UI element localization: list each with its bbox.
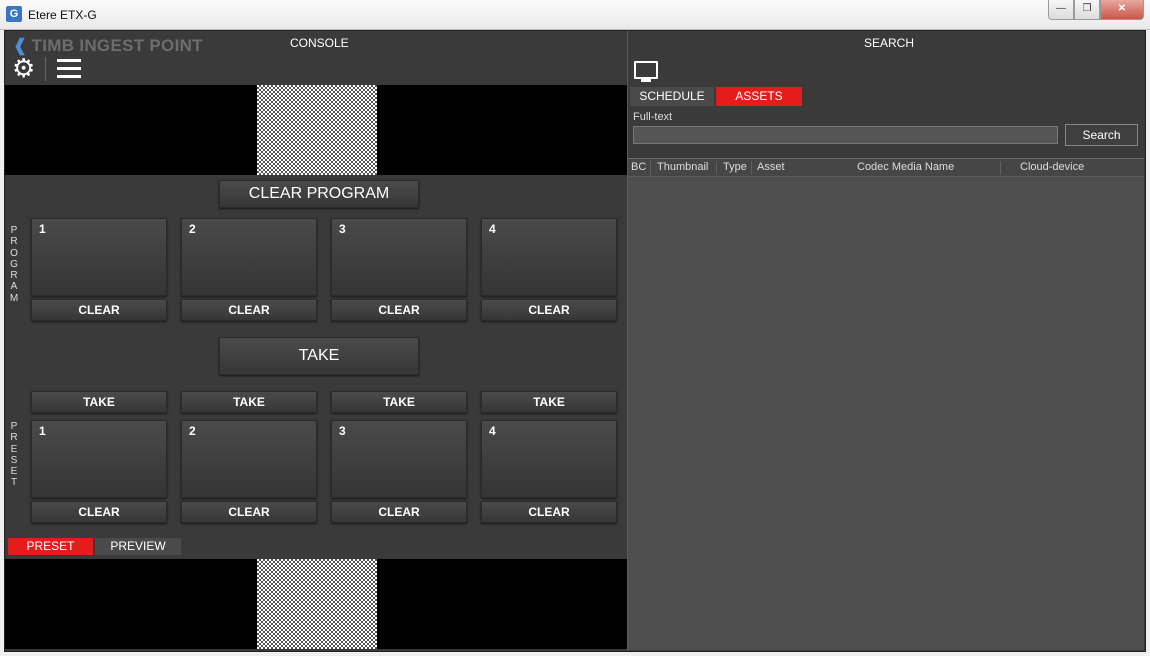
preset-clear-button-4[interactable]: CLEAR: [481, 501, 617, 523]
slot-number: 4: [489, 222, 496, 236]
preset-take-button-2[interactable]: TAKE: [181, 391, 317, 413]
tab-schedule[interactable]: SCHEDULE: [630, 87, 714, 106]
column-divider: [716, 161, 717, 175]
fulltext-label: Full-text: [633, 111, 673, 123]
program-letter: M: [9, 292, 19, 304]
search-button[interactable]: Search: [1065, 124, 1138, 146]
preset-clear-button-3[interactable]: CLEAR: [331, 501, 467, 523]
tab-preset[interactable]: PRESET: [8, 538, 93, 555]
gear-icon[interactable]: ⚙: [12, 55, 38, 81]
program-letter: G: [10, 258, 18, 270]
program-slot-2[interactable]: 2: [181, 218, 317, 296]
close-icon[interactable]: ✕: [1100, 0, 1144, 20]
app-title: ❰ TIMB INGEST POINT: [13, 36, 203, 56]
toolbar-divider: [45, 57, 46, 81]
clear-program-button[interactable]: CLEAR PROGRAM: [219, 180, 419, 208]
slot-number: 3: [339, 424, 346, 438]
program-video-checker: [257, 85, 377, 175]
program-clear-button-3[interactable]: CLEAR: [331, 299, 467, 321]
preset-letter: P: [10, 421, 18, 432]
slot-number: 2: [189, 424, 196, 438]
preset-slot-2[interactable]: 2: [181, 420, 317, 498]
restore-icon[interactable]: ❐: [1074, 0, 1100, 20]
grid-header: BC Thumbnail Type Asset Codec Media Name…: [628, 159, 1144, 177]
preset-letter: E: [10, 443, 18, 455]
preset-clear-button-2[interactable]: CLEAR: [181, 501, 317, 523]
program-letter: P: [10, 225, 18, 236]
preset-vertical-label: P R E S E T: [9, 421, 19, 489]
preset-clear-button-1[interactable]: CLEAR: [31, 501, 167, 523]
take-all-button[interactable]: TAKE: [219, 337, 419, 375]
preset-video-preview: [5, 559, 627, 649]
column-divider: [751, 161, 752, 175]
preset-take-button-1[interactable]: TAKE: [31, 391, 167, 413]
column-header-type[interactable]: Type: [723, 161, 747, 173]
app-client-area: ❰ TIMB INGEST POINT CONSOLE ⚙ CLEAR PROGR…: [4, 30, 1146, 652]
preset-slot-4[interactable]: 4: [481, 420, 617, 498]
window-titlebar: G Etere ETX-G — ❐ ✕: [0, 0, 1150, 30]
search-panel: SEARCH SCHEDULE ASSETS Full-text Search …: [627, 31, 1145, 651]
preset-slot-1[interactable]: 1: [31, 420, 167, 498]
program-letter: A: [10, 281, 18, 293]
column-header-asset[interactable]: Asset: [757, 161, 785, 173]
preset-take-button-4[interactable]: TAKE: [481, 391, 617, 413]
program-letter: O: [10, 247, 18, 259]
program-clear-button-4[interactable]: CLEAR: [481, 299, 617, 321]
program-letter: R: [10, 236, 18, 248]
column-header-bc[interactable]: BC: [631, 161, 646, 173]
program-slot-1[interactable]: 1: [31, 218, 167, 296]
slot-number: 3: [339, 222, 346, 236]
preset-letter: E: [10, 466, 18, 478]
preset-letter: S: [10, 454, 18, 466]
app-title-text: TIMB INGEST POINT: [31, 36, 203, 55]
column-divider: [650, 161, 651, 175]
preset-video-checker: [257, 559, 377, 649]
slot-number: 1: [39, 424, 46, 438]
app-icon: G: [6, 6, 22, 22]
program-vertical-label: P R O G R A M: [9, 225, 19, 304]
window-title: Etere ETX-G: [28, 8, 97, 22]
search-label: SEARCH: [864, 36, 915, 50]
tab-preview[interactable]: PREVIEW: [95, 538, 181, 555]
slot-number: 1: [39, 222, 46, 236]
console-label: CONSOLE: [290, 36, 349, 50]
program-slot-4[interactable]: 4: [481, 218, 617, 296]
tab-assets[interactable]: ASSETS: [716, 87, 802, 106]
console-panel: ❰ TIMB INGEST POINT CONSOLE ⚙ CLEAR PROGR…: [5, 31, 627, 651]
hamburger-menu-icon[interactable]: [57, 59, 81, 81]
window-controls: — ❐ ✕: [1048, 0, 1144, 20]
slot-number: 2: [189, 222, 196, 236]
program-slot-3[interactable]: 3: [331, 218, 467, 296]
preset-take-button-3[interactable]: TAKE: [331, 391, 467, 413]
program-video-preview: [5, 85, 627, 175]
preset-slot-3[interactable]: 3: [331, 420, 467, 498]
column-divider: [1000, 161, 1001, 175]
program-clear-button-1[interactable]: CLEAR: [31, 299, 167, 321]
assets-results-grid[interactable]: BC Thumbnail Type Asset Codec Media Name…: [628, 158, 1144, 650]
preset-letter: R: [10, 432, 18, 444]
program-clear-button-2[interactable]: CLEAR: [181, 299, 317, 321]
minimize-icon[interactable]: —: [1048, 0, 1074, 20]
column-header-codec-media-name[interactable]: Codec Media Name: [857, 161, 954, 173]
fulltext-search-input[interactable]: [633, 126, 1058, 144]
monitor-icon[interactable]: [634, 61, 658, 82]
program-letter: R: [10, 270, 18, 282]
column-header-thumbnail[interactable]: Thumbnail: [657, 161, 708, 173]
column-header-cloud-device[interactable]: Cloud-device: [1020, 161, 1084, 173]
slot-number: 4: [489, 424, 496, 438]
preset-letter: T: [10, 477, 18, 489]
